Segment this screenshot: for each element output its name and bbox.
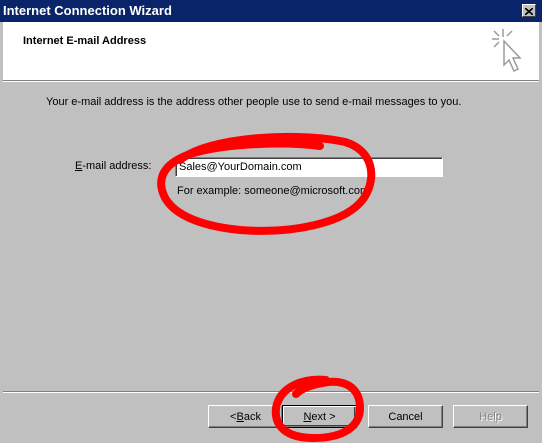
email-field[interactable] [175, 157, 443, 177]
wizard-cursor-icon [489, 27, 529, 75]
annotation-circle-email [157, 132, 376, 235]
wizard-window: Internet Connection Wizard Internet E-ma… [0, 0, 542, 443]
cancel-button[interactable]: Cancel [368, 405, 443, 428]
close-icon [524, 3, 534, 18]
description-text: Your e-mail address is the address other… [46, 96, 462, 108]
footer-separator [3, 391, 539, 393]
back-button[interactable]: < Back [208, 405, 283, 428]
help-button[interactable]: Help [453, 405, 528, 428]
header-separator [3, 81, 539, 82]
header-panel: Internet E-mail Address [3, 22, 539, 81]
email-label: E-mail address: [75, 160, 152, 172]
title-bar[interactable]: Internet Connection Wizard [0, 0, 542, 22]
close-button[interactable] [522, 4, 536, 17]
window-title: Internet Connection Wizard [3, 3, 172, 18]
page-title: Internet E-mail Address [23, 35, 147, 47]
example-text: For example: someone@microsoft.com [177, 185, 370, 197]
next-button[interactable]: Next > [282, 405, 357, 428]
